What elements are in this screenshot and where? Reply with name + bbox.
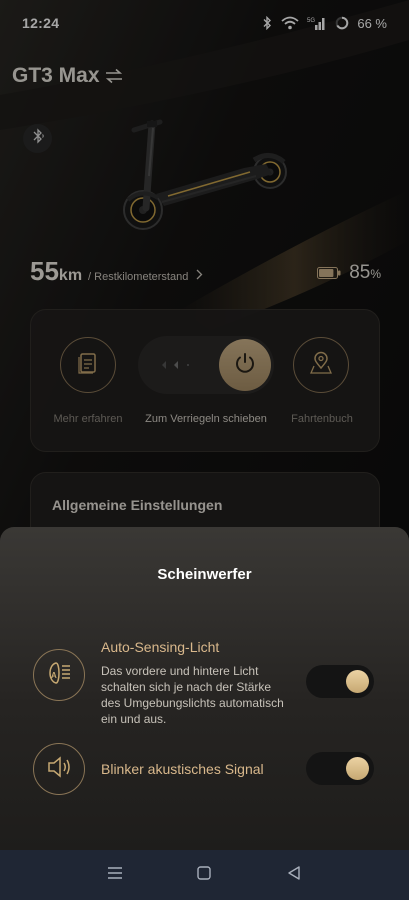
auto-headlight-icon: A <box>44 658 74 693</box>
auto-light-toggle[interactable] <box>306 665 374 698</box>
option-icon-wrap: A <box>33 649 85 701</box>
option-description: Das vordere und hintere Licht schalten s… <box>101 664 284 726</box>
signal-sound-toggle[interactable] <box>306 752 374 785</box>
svg-text:A: A <box>51 671 57 680</box>
menu-icon <box>107 866 123 885</box>
toggle-knob <box>346 670 369 693</box>
option-title: Auto-Sensing-Licht <box>101 639 220 655</box>
home-button[interactable] <box>189 860 219 890</box>
square-icon <box>196 865 212 886</box>
triangle-back-icon <box>286 865 302 886</box>
option-title: Blinker akustisches Signal <box>101 761 264 777</box>
system-nav-bar <box>0 850 409 900</box>
headlight-sheet: Scheinwerfer A Auto-Sensing-Licht Das vo… <box>0 527 409 850</box>
speaker-icon <box>45 754 73 785</box>
sheet-title: Scheinwerfer <box>157 566 252 583</box>
toggle-knob <box>346 757 369 780</box>
recent-apps-button[interactable] <box>100 860 130 890</box>
option-icon-wrap <box>33 743 85 795</box>
back-button[interactable] <box>279 860 309 890</box>
